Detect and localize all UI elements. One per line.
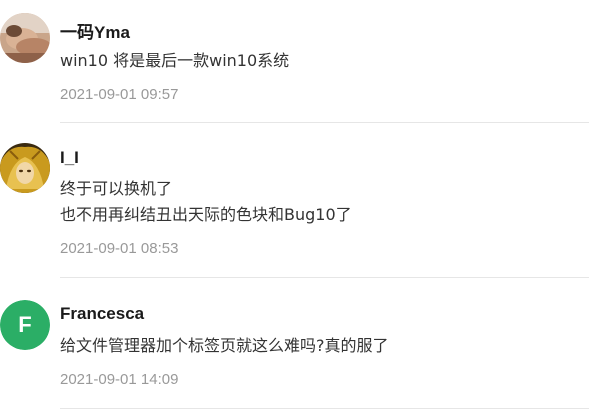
comment-time: 2021-09-01 09:57 <box>60 86 179 103</box>
comment-author[interactable]: 一码Yma <box>60 18 130 43</box>
comment-author[interactable]: I_I <box>60 148 79 168</box>
comment-text-line: 给文件管理器加个标签页就这么难吗?真的服了 <box>60 336 389 355</box>
comment-text-line: 也不用再纠结丑出天际的色块和Bug10了 <box>60 205 352 224</box>
divider <box>60 277 589 278</box>
comment-text: 给文件管理器加个标签页就这么难吗?真的服了 <box>60 333 389 359</box>
comment-text-line: win10 将是最后一款win10系统 <box>60 51 290 70</box>
avatar[interactable] <box>0 143 50 193</box>
avatar[interactable] <box>0 13 50 63</box>
divider <box>60 408 589 409</box>
comment-text: win10 将是最后一款win10系统 <box>60 48 289 74</box>
comment-text-line: 终于可以换机了 <box>60 179 173 198</box>
avatar-letter: F <box>0 300 50 350</box>
avatar[interactable]: F <box>0 300 50 350</box>
comment-author[interactable]: Francesca <box>60 304 144 324</box>
divider <box>60 122 589 123</box>
avatar-photo-icon <box>0 13 50 63</box>
comment-time: 2021-09-01 08:53 <box>60 240 179 257</box>
comment-time: 2021-09-01 14:09 <box>60 371 179 388</box>
avatar-photo-icon <box>0 143 50 193</box>
comment-text: 终于可以换机了 也不用再纠结丑出天际的色块和Bug10了 <box>60 176 352 228</box>
